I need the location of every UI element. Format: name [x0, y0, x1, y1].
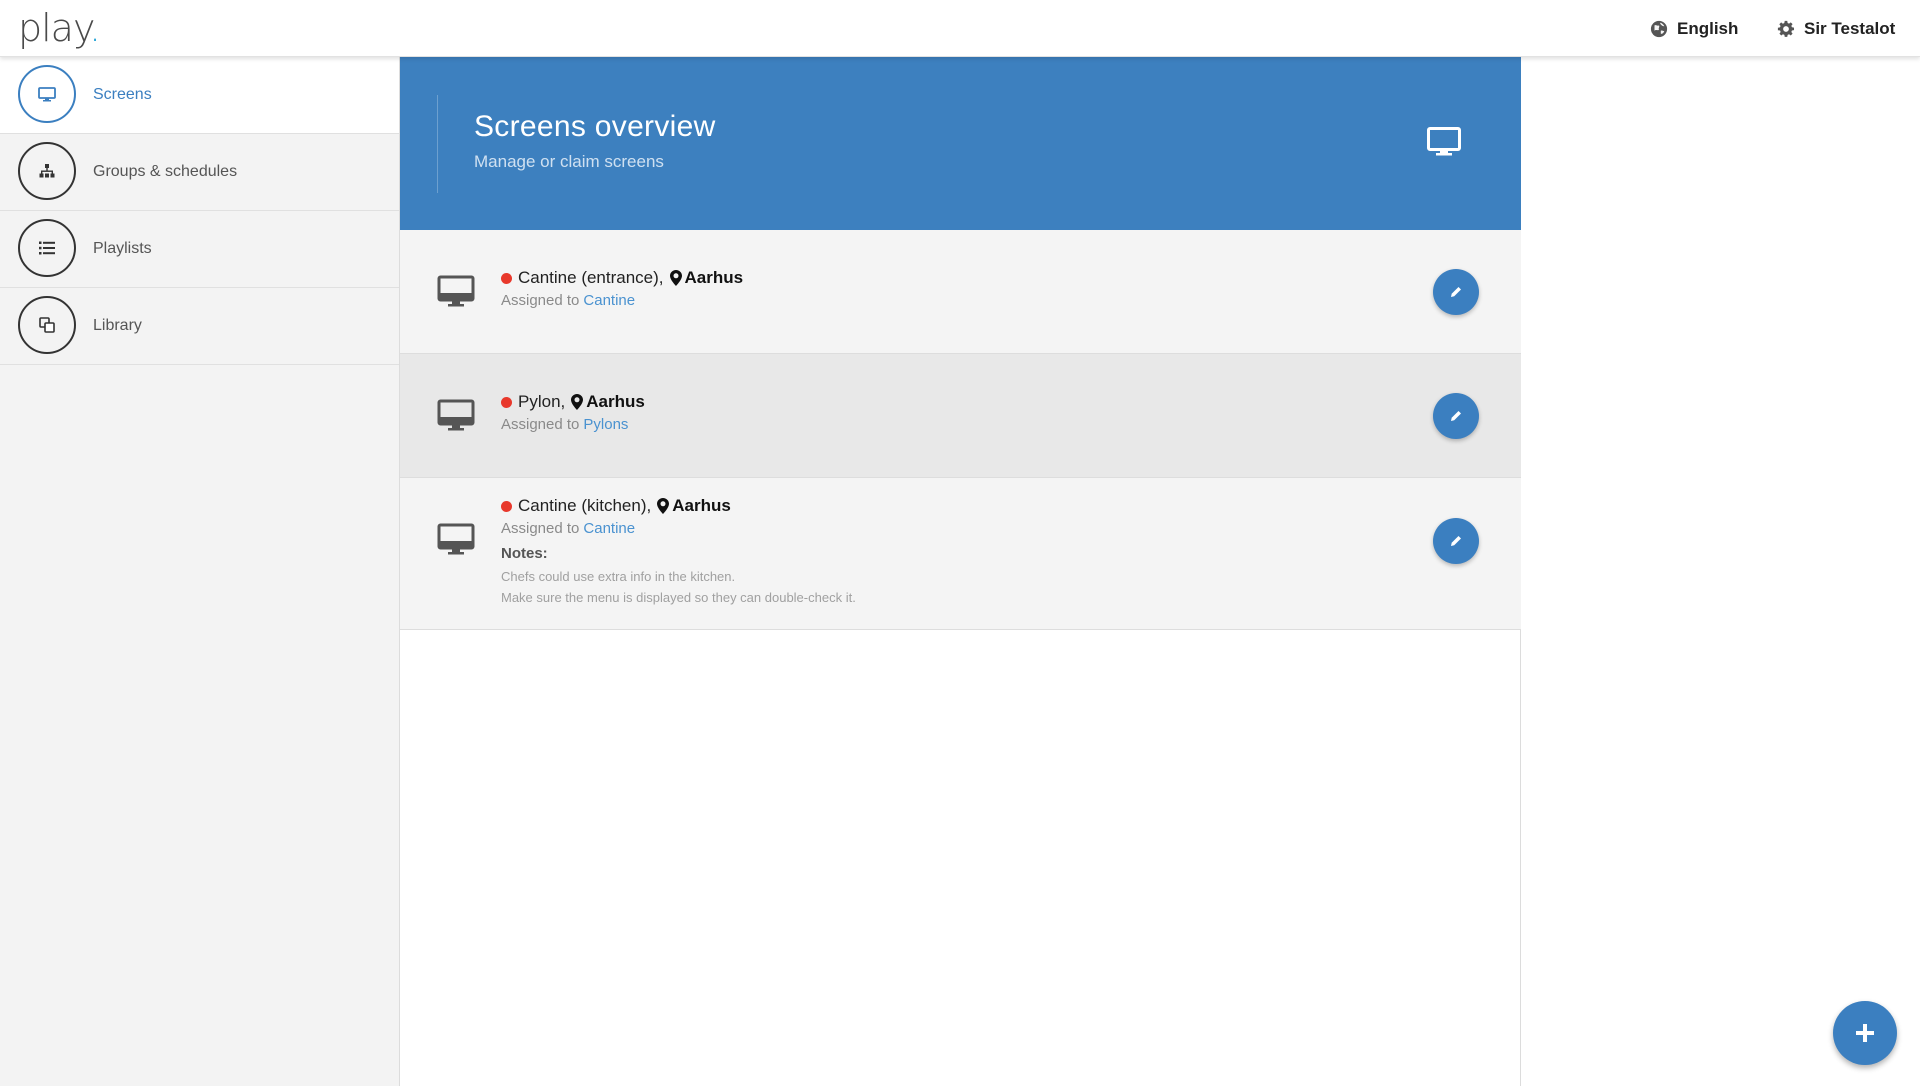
logo-dot: .: [89, 6, 101, 50]
screen-title: Cantine (entrance), Aarhus: [501, 268, 743, 288]
screen-title: Cantine (kitchen), Aarhus: [501, 496, 731, 516]
sidebar-item-label: Groups & schedules: [93, 163, 238, 180]
playlists-nav-circle: [18, 219, 76, 277]
screen-title: Pylon, Aarhus: [501, 392, 645, 412]
plus-icon: [1856, 1024, 1874, 1042]
sidebar-item-label: Screens: [93, 86, 152, 103]
status-indicator: [501, 272, 512, 284]
screen-name: Cantine (kitchen),: [518, 496, 652, 515]
screen-assignment: Assigned to Pylons: [501, 416, 628, 433]
sidebar: Screens Groups & schedules Playlists Lib…: [0, 57, 400, 1086]
sidebar-item-library[interactable]: Library: [0, 288, 399, 365]
monitor-icon: [1427, 127, 1461, 156]
map-marker-icon: [657, 498, 670, 514]
pencil-icon: [1451, 287, 1461, 297]
main-content: Screens overview Manage or claim screens…: [400, 57, 1521, 1086]
copy-icon: [39, 317, 55, 333]
sidebar-item-playlists[interactable]: Playlists: [0, 211, 399, 288]
screen-location: Aarhus: [672, 496, 731, 515]
assigned-group-link[interactable]: Pylons: [583, 416, 628, 433]
pencil-icon: [1451, 536, 1461, 546]
screen-name: Cantine (entrance),: [518, 268, 664, 287]
map-marker-icon: [571, 394, 584, 410]
sidebar-item-label: Playlists: [93, 240, 152, 257]
user-name: Sir Testalot: [1804, 19, 1896, 38]
list-icon: [39, 241, 55, 255]
screen-assignment: Assigned to Cantine: [501, 292, 635, 309]
logo-text: play: [18, 6, 90, 50]
screen-row[interactable]: Cantine (kitchen), Aarhus Assigned to Can…: [400, 478, 1521, 630]
assigned-group-link[interactable]: Cantine: [583, 520, 635, 537]
language-label: English: [1677, 19, 1739, 38]
status-indicator: [501, 500, 512, 512]
screen-location: Aarhus: [684, 268, 744, 287]
assigned-group-link[interactable]: Cantine: [583, 292, 635, 309]
globe-icon: [1650, 20, 1668, 38]
gear-icon: [1777, 20, 1795, 37]
screen-name: Pylon,: [518, 392, 566, 411]
screen-row[interactable]: Cantine (entrance), Aarhus Assigned to Ca…: [400, 230, 1521, 354]
screen-location: Aarhus: [586, 392, 645, 411]
notes-line: Chefs could use extra info in the kitche…: [501, 569, 736, 584]
monitor-icon: [437, 275, 475, 307]
screens-nav-circle: [18, 65, 76, 123]
notes-line: Make sure the menu is displayed so they …: [501, 590, 856, 605]
sidebar-item-groups-schedules[interactable]: Groups & schedules: [0, 134, 399, 211]
page-title: Screens overview: [474, 110, 716, 143]
assigned-prefix: Assigned to: [501, 416, 580, 433]
assigned-prefix: Assigned to: [501, 292, 580, 309]
monitor-icon: [437, 523, 475, 555]
map-marker-icon: [669, 270, 682, 286]
screen-row[interactable]: Pylon, Aarhus Assigned to Pylons: [400, 354, 1521, 478]
monitor-icon: [437, 399, 475, 431]
language-selector[interactable]: English: [1650, 17, 1738, 41]
status-indicator: [501, 396, 512, 408]
user-menu[interactable]: Sir Testalot: [1777, 17, 1895, 41]
logo[interactable]: play.: [18, 4, 101, 52]
sidebar-item-screens[interactable]: Screens: [0, 57, 399, 134]
assigned-prefix: Assigned to: [501, 520, 580, 537]
monitor-icon: [38, 86, 56, 101]
notes-label: Notes:: [501, 545, 548, 562]
library-nav-circle: [18, 296, 76, 354]
top-bar: play. English Sir Testalot: [0, 0, 1920, 57]
edit-screen-button[interactable]: [1433, 393, 1479, 439]
edit-screen-button[interactable]: [1433, 518, 1479, 564]
groups-nav-circle: [18, 142, 76, 200]
page-header: Screens overview Manage or claim screens: [400, 57, 1521, 230]
header-divider: [437, 95, 438, 193]
pencil-icon: [1451, 411, 1461, 421]
page-subtitle: Manage or claim screens: [474, 152, 664, 171]
sidebar-item-label: Library: [93, 317, 142, 334]
edit-screen-button[interactable]: [1433, 269, 1479, 315]
sitemap-icon: [39, 164, 55, 178]
add-screen-button[interactable]: [1833, 1001, 1897, 1065]
screen-assignment: Assigned to Cantine: [501, 520, 635, 537]
